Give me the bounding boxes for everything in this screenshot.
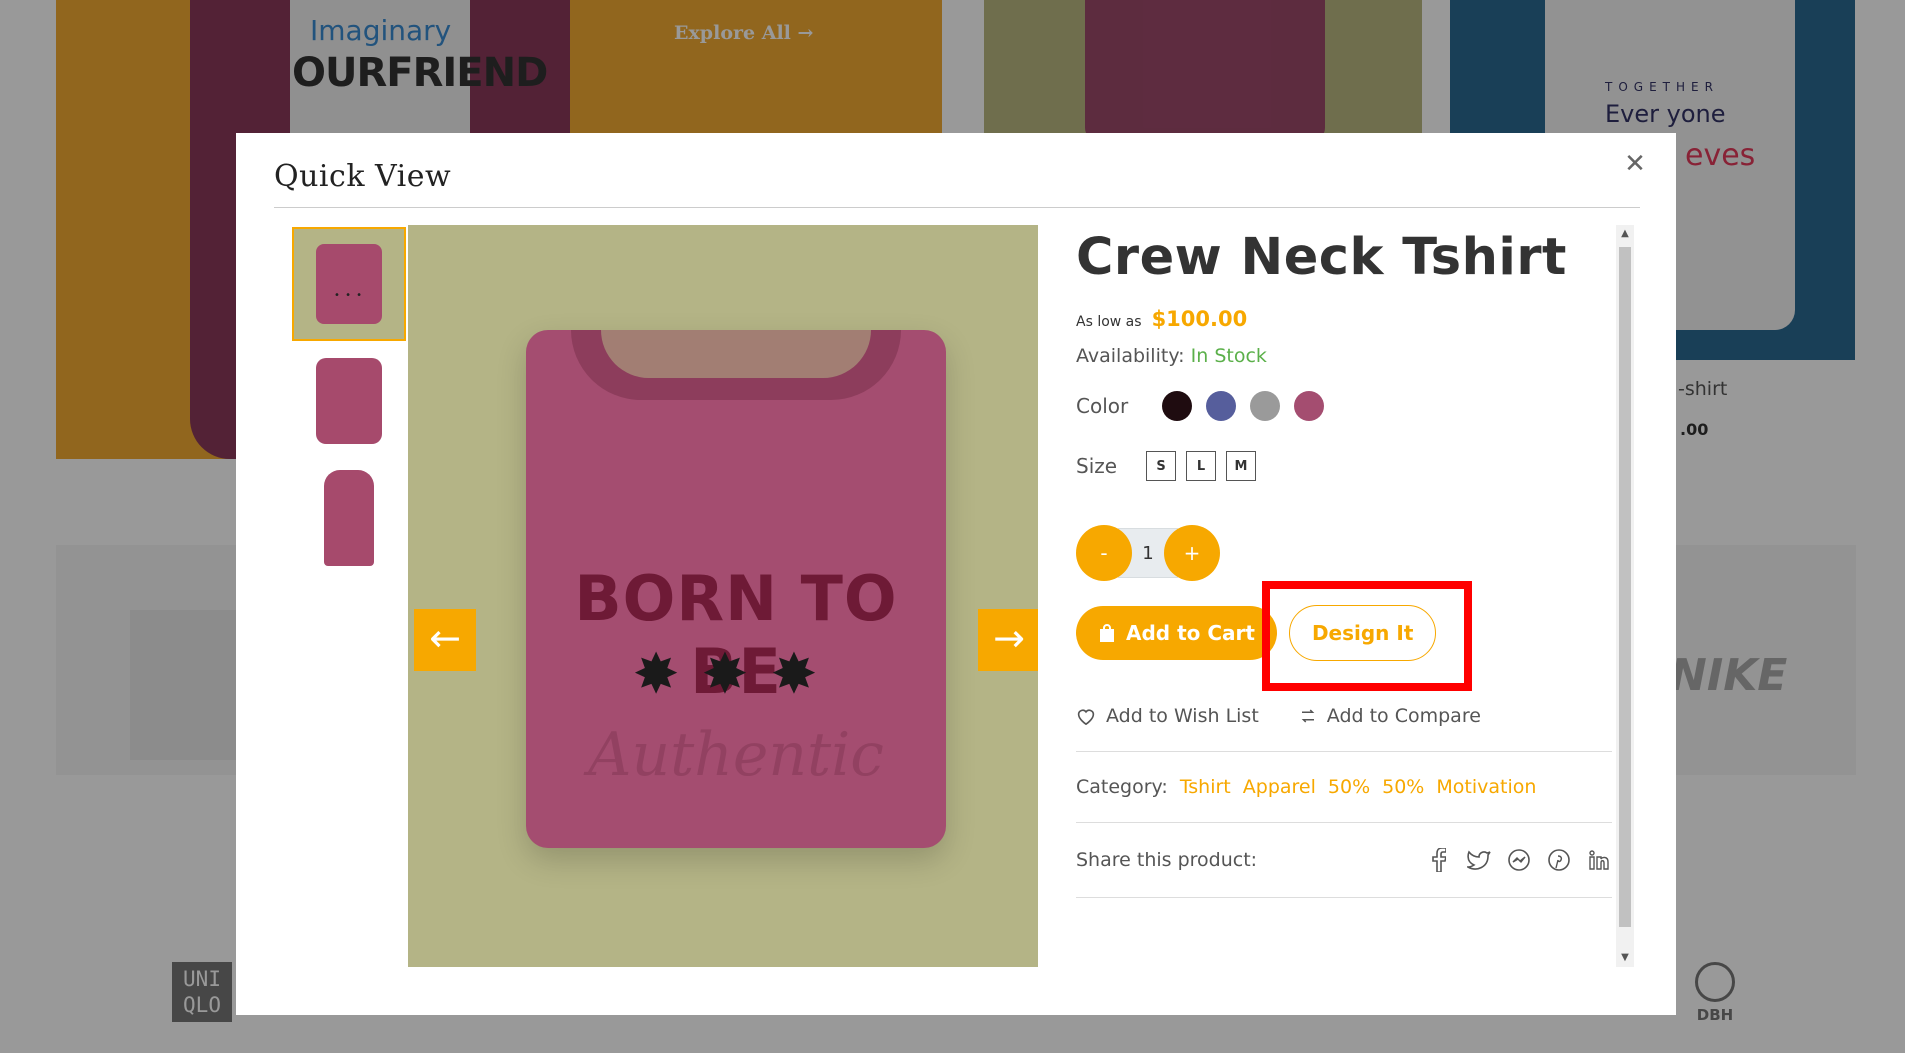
size-option-row: Size S L M (1076, 451, 1612, 481)
product-info: Crew Neck Tshirt As low as $100.00 Avail… (1076, 225, 1612, 898)
info-scrollbar[interactable]: ▲ ▼ (1616, 225, 1634, 967)
size-label: Size (1076, 454, 1118, 478)
modal-title: Quick View (274, 159, 452, 194)
messenger-icon[interactable] (1506, 847, 1532, 873)
shopping-bag-icon (1100, 624, 1114, 642)
compare-label: Add to Compare (1326, 705, 1481, 727)
color-swatch-black[interactable] (1162, 391, 1192, 421)
availability-status: In Stock (1190, 345, 1267, 367)
size-m-button[interactable]: M (1226, 451, 1256, 481)
category-link-apparel[interactable]: Apparel (1243, 776, 1316, 798)
scroll-thumb[interactable] (1619, 247, 1631, 927)
quantity-stepper: - + (1076, 525, 1612, 581)
shirt-collar (571, 330, 901, 400)
category-link-motivation[interactable]: Motivation (1436, 776, 1536, 798)
action-buttons: Add to Cart Design It (1076, 581, 1612, 691)
as-low-as-label: As low as (1076, 314, 1142, 330)
divider-1 (1076, 751, 1612, 752)
availability: Availability: In Stock (1076, 345, 1612, 367)
divider-2 (1076, 822, 1612, 823)
prev-image-arrow-icon[interactable]: ← (414, 609, 476, 671)
twitter-icon[interactable] (1466, 847, 1492, 873)
share-row: Share this product: (1076, 847, 1612, 873)
heart-icon (1077, 709, 1095, 725)
color-swatches (1162, 391, 1324, 421)
next-image-arrow-icon[interactable]: → (978, 609, 1038, 671)
pinterest-icon[interactable] (1546, 847, 1572, 873)
tshirt-front-thumb-icon (316, 358, 382, 444)
add-to-wishlist-link[interactable]: Add to Wish List (1076, 705, 1259, 727)
product-price: $100.00 (1151, 307, 1248, 331)
modal-divider (274, 207, 1640, 208)
thumbnail-1[interactable] (292, 227, 406, 341)
size-s-button[interactable]: S (1146, 451, 1176, 481)
tshirt-back-thumb-icon (324, 470, 374, 566)
secondary-links: Add to Wish List Add to Compare (1076, 705, 1612, 727)
price-row: As low as $100.00 (1076, 307, 1612, 331)
category-label: Category: (1076, 776, 1168, 798)
scroll-up-arrow-icon[interactable]: ▲ (1616, 225, 1634, 243)
color-swatch-blue[interactable] (1206, 391, 1236, 421)
quantity-plus-button[interactable]: + (1164, 525, 1220, 581)
facebook-icon[interactable] (1426, 847, 1452, 873)
size-l-button[interactable]: L (1186, 451, 1216, 481)
divider-3 (1076, 897, 1612, 898)
linkedin-icon[interactable] (1586, 847, 1612, 873)
shirt-print-script: Authentic (588, 720, 884, 790)
category-link-50-1[interactable]: 50% (1328, 776, 1370, 798)
size-options: S L M (1146, 451, 1256, 481)
shirt-print-stars: ✸✸✸ (632, 642, 840, 707)
category-row: Category: Tshirt Apparel 50% 50% Motivat… (1076, 776, 1612, 798)
share-label: Share this product: (1076, 849, 1258, 871)
thumbnail-list (292, 227, 406, 578)
category-link-tshirt[interactable]: Tshirt (1180, 776, 1231, 798)
compare-icon (1301, 709, 1315, 723)
quantity-minus-button[interactable]: - (1076, 525, 1132, 581)
color-swatch-maroon[interactable] (1294, 391, 1324, 421)
add-to-cart-button[interactable]: Add to Cart (1076, 606, 1277, 660)
scroll-down-arrow-icon[interactable]: ▼ (1616, 949, 1634, 967)
product-title: Crew Neck Tshirt (1076, 228, 1567, 287)
category-link-50-2[interactable]: 50% (1382, 776, 1424, 798)
main-product-image: BORN TO BE ✸✸✸ Authentic ← → (408, 225, 1038, 967)
design-it-button[interactable]: Design It (1288, 605, 1437, 661)
folded-shirt-thumb-icon (316, 244, 382, 324)
color-swatch-gray[interactable] (1250, 391, 1280, 421)
wishlist-label: Add to Wish List (1106, 705, 1259, 727)
color-option-row: Color (1076, 391, 1612, 421)
thumbnail-3[interactable] (292, 461, 406, 575)
color-label: Color (1076, 394, 1129, 418)
social-icons (1426, 847, 1612, 873)
quick-view-modal: Quick View ✕ BORN TO BE ✸✸✸ Authentic ← … (236, 133, 1676, 1015)
add-to-compare-link[interactable]: Add to Compare (1299, 705, 1481, 727)
add-to-cart-label: Add to Cart (1126, 621, 1255, 645)
folded-shirt: BORN TO BE ✸✸✸ Authentic (526, 330, 946, 848)
thumbnail-2[interactable] (292, 344, 406, 458)
availability-label: Availability: (1076, 345, 1185, 367)
close-icon[interactable]: ✕ (1622, 151, 1648, 177)
